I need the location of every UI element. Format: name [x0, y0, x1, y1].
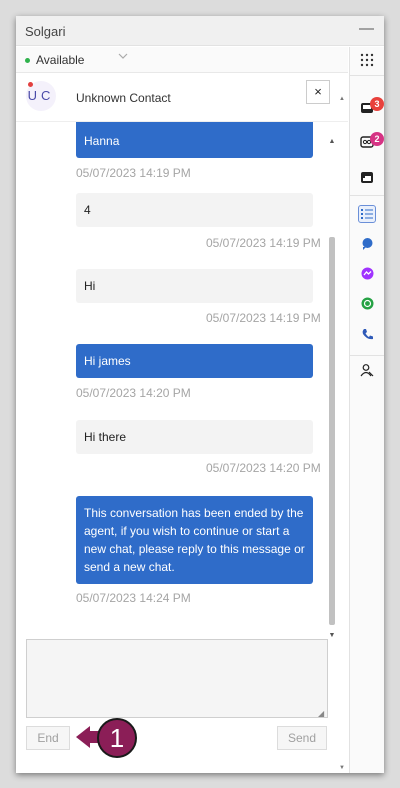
- message-text: 4: [84, 203, 91, 217]
- notification-dot-icon: [28, 82, 33, 87]
- scroll-down-icon[interactable]: ▼: [339, 765, 345, 771]
- chat-icon[interactable]: [358, 236, 376, 254]
- scroll-up-icon[interactable]: ▲: [326, 136, 338, 148]
- whatsapp-icon[interactable]: [358, 296, 376, 314]
- resize-grip-icon[interactable]: ◢: [318, 709, 324, 718]
- message-text: Hanna: [84, 134, 120, 148]
- contacts-icon[interactable]: [358, 363, 376, 381]
- sidebar-divider: [350, 75, 384, 76]
- chevron-down-icon[interactable]: [118, 51, 128, 64]
- messenger-icon[interactable]: [358, 266, 376, 284]
- sidebar-scrollbar[interactable]: ▲ ▼: [339, 96, 348, 773]
- avatar: UC: [26, 81, 56, 111]
- app-window: Solgari — Available UC Unknown Contact ×…: [16, 16, 384, 773]
- title-bar: Solgari —: [16, 16, 384, 46]
- phone-icon[interactable]: [358, 327, 376, 345]
- scroll-up-icon[interactable]: ▲: [339, 96, 345, 102]
- task-list-icon[interactable]: [358, 205, 376, 223]
- dialpad-icon[interactable]: [358, 53, 376, 71]
- message-bubble-agent: Hanna: [76, 122, 313, 158]
- avatar-initials: UC: [27, 88, 55, 103]
- scrollbar-thumb[interactable]: [329, 237, 335, 625]
- message-bubble-visitor: Hi: [76, 269, 313, 303]
- status-selector[interactable]: Available: [16, 47, 348, 73]
- end-button[interactable]: End: [26, 726, 70, 750]
- calendar-icon[interactable]: [358, 170, 376, 188]
- message-text: This conversation has been ended by the …: [84, 506, 305, 574]
- message-bubble-agent: Hi james: [76, 344, 313, 378]
- message-bubble-visitor: 4: [76, 193, 313, 227]
- message-timestamp: 05/07/2023 14:20 PM: [206, 461, 321, 475]
- sidebar-divider: [350, 355, 384, 356]
- callout-number-badge: 1: [97, 718, 137, 758]
- message-timestamp: 05/07/2023 14:24 PM: [76, 591, 191, 605]
- conversation-scrollbar[interactable]: ▲ ▼: [326, 136, 338, 642]
- message-timestamp: 05/07/2023 14:19 PM: [206, 236, 321, 250]
- channel-sidebar: 3 2: [349, 47, 384, 773]
- message-timestamp: 05/07/2023 14:19 PM: [76, 166, 191, 180]
- status-label: Available: [36, 53, 85, 67]
- app-title: Solgari: [25, 24, 66, 39]
- contact-name: Unknown Contact: [76, 91, 171, 105]
- close-button[interactable]: ×: [306, 80, 330, 104]
- message-timestamp: 05/07/2023 14:19 PM: [206, 311, 321, 325]
- message-timestamp: 05/07/2023 14:20 PM: [76, 386, 191, 400]
- message-bubble-visitor: Hi there: [76, 420, 313, 454]
- message-input[interactable]: [26, 639, 328, 718]
- contact-header: UC Unknown Contact ×: [16, 74, 348, 122]
- status-dot-icon: [25, 58, 30, 63]
- message-text: Hi james: [84, 354, 131, 368]
- message-text: Hi there: [84, 430, 127, 444]
- conversation-panel[interactable]: Hanna 05/07/2023 14:19 PM 4 05/07/2023 1…: [16, 122, 348, 630]
- send-button[interactable]: Send: [277, 726, 327, 750]
- message-text: Hi: [84, 279, 96, 293]
- voicemail-badge: 2: [370, 132, 384, 146]
- sidebar-divider: [350, 195, 384, 196]
- minimize-button[interactable]: —: [359, 21, 374, 36]
- message-bubble-agent: This conversation has been ended by the …: [76, 496, 313, 584]
- inbox-badge: 3: [370, 97, 384, 111]
